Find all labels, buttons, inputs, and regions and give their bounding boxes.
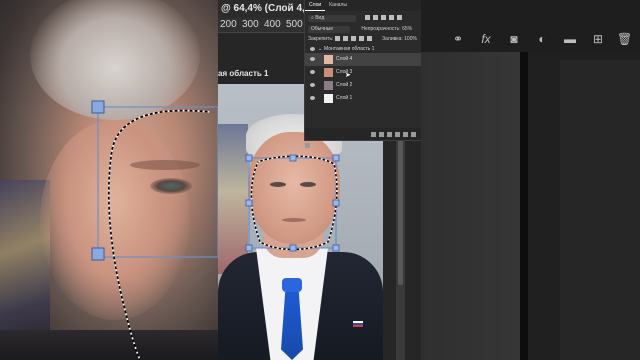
handle-bottom-left[interactable] bbox=[245, 244, 253, 252]
scrollbar-thumb[interactable] bbox=[398, 135, 403, 285]
layer-filter-label: Вид bbox=[315, 15, 325, 21]
layers-panel: Слои Каналы ⌕ Вид Обычные Непрозрачность:… bbox=[305, 0, 421, 148]
ruler-tick: 500 bbox=[286, 19, 303, 30]
blurred-background-left bbox=[0, 0, 218, 360]
adjustment-icon[interactable] bbox=[395, 132, 400, 137]
filter-adjustment-icon[interactable] bbox=[373, 15, 379, 21]
lock-pixels-icon[interactable] bbox=[334, 36, 340, 42]
link-layers-icon[interactable] bbox=[371, 132, 376, 137]
handle-top-left[interactable] bbox=[245, 154, 253, 162]
opacity-value[interactable]: 65% bbox=[402, 26, 412, 32]
handle-top-middle[interactable] bbox=[289, 154, 297, 162]
fx-icon[interactable] bbox=[379, 132, 384, 137]
filter-type-icon[interactable] bbox=[381, 15, 387, 21]
adjustment-icon[interactable]: ◐ bbox=[535, 32, 549, 46]
eye-blur bbox=[150, 178, 192, 194]
lock-move-icon[interactable] bbox=[350, 36, 356, 42]
right-inner-panel bbox=[560, 60, 640, 360]
lock-artboard-icon[interactable] bbox=[358, 36, 364, 42]
ruler-tick: 300 bbox=[242, 19, 259, 30]
brow-blur bbox=[130, 160, 200, 170]
right-gray-panel bbox=[421, 52, 521, 360]
eye-icon[interactable] bbox=[310, 96, 315, 100]
layer-row[interactable]: Слой 4 bbox=[305, 53, 421, 66]
right-divider bbox=[520, 52, 528, 360]
fill-value[interactable]: 100% bbox=[404, 36, 417, 42]
mask-icon[interactable]: ◙ bbox=[507, 32, 521, 46]
layer-filter-row: ⌕ Вид bbox=[308, 14, 418, 22]
eye-icon[interactable] bbox=[310, 47, 315, 51]
layer-name: Слой 4 bbox=[336, 56, 353, 62]
layer-name: Слой 1 bbox=[336, 95, 353, 101]
eye-icon[interactable] bbox=[310, 70, 315, 74]
lock-label: Закрепить: bbox=[308, 36, 334, 42]
suit-blur bbox=[0, 330, 218, 360]
new-layer-icon[interactable]: ⊞ bbox=[591, 32, 605, 46]
blend-row: Обычные Непрозрачность: 65% bbox=[308, 25, 418, 33]
ruler-tick: 200 bbox=[220, 19, 237, 30]
layer-filter-select[interactable]: ⌕ Вид bbox=[308, 15, 356, 22]
link-icon[interactable]: ⚭ bbox=[451, 32, 465, 46]
new-layer-icon[interactable] bbox=[411, 132, 416, 137]
handle-middle-right[interactable] bbox=[332, 199, 340, 207]
face-blur bbox=[40, 120, 190, 320]
handle-middle-left[interactable] bbox=[245, 199, 253, 207]
filter-pixel-icon[interactable] bbox=[365, 15, 371, 21]
filter-shape-icon[interactable] bbox=[389, 15, 395, 21]
mask-icon[interactable] bbox=[387, 132, 392, 137]
filter-icons bbox=[365, 15, 405, 21]
blend-mode-select[interactable]: Обычные bbox=[308, 26, 350, 33]
folder-icon[interactable] bbox=[403, 132, 408, 137]
opacity-label: Непрозрачность: bbox=[361, 26, 401, 32]
filter-smart-icon[interactable] bbox=[397, 15, 403, 21]
handle-top-right[interactable] bbox=[332, 154, 340, 162]
ruler-tick: 400 bbox=[264, 19, 281, 30]
layer-row[interactable]: Слой 1 bbox=[305, 92, 421, 105]
lock-all-icon[interactable] bbox=[366, 36, 372, 42]
layer-name: Слой 2 bbox=[336, 82, 353, 88]
layer-row[interactable]: Слой 2 bbox=[305, 79, 421, 92]
layers-panel-bottom-bar bbox=[305, 128, 421, 148]
search-icon: ⌕ bbox=[311, 15, 314, 21]
layers-panel-tabs: Слои Каналы bbox=[305, 0, 421, 11]
tab-channels[interactable]: Каналы bbox=[325, 0, 351, 10]
eye-icon[interactable] bbox=[310, 83, 315, 87]
fx-icon[interactable]: fx bbox=[479, 32, 493, 46]
handle-bottom-middle[interactable] bbox=[289, 244, 297, 252]
layer-thumbnail bbox=[324, 55, 333, 64]
handle-bottom-right[interactable] bbox=[332, 244, 340, 252]
right-toolbar: ⚭ fx ◙ ◐ ▬ ⊞ 🗑 bbox=[421, 0, 640, 52]
folder-icon[interactable]: ▬ bbox=[563, 32, 577, 46]
hair-blur bbox=[30, 0, 200, 120]
tab-layers[interactable]: Слои bbox=[305, 0, 326, 11]
lock-brush-icon[interactable] bbox=[342, 36, 348, 42]
fill-label: Заливка: bbox=[382, 36, 403, 42]
layer-thumbnail bbox=[324, 81, 333, 90]
eye-icon[interactable] bbox=[310, 57, 315, 61]
lock-row: Закрепить: Заливка: 100% bbox=[308, 35, 418, 43]
artboard-label: ая область 1 bbox=[218, 69, 269, 78]
layer-thumbnail bbox=[324, 68, 333, 77]
layer-row[interactable]: Слой 3 ➤ bbox=[305, 66, 421, 79]
trash-icon[interactable] bbox=[305, 143, 310, 148]
layer-thumbnail bbox=[324, 94, 333, 103]
trash-icon[interactable]: 🗑 bbox=[617, 32, 632, 46]
